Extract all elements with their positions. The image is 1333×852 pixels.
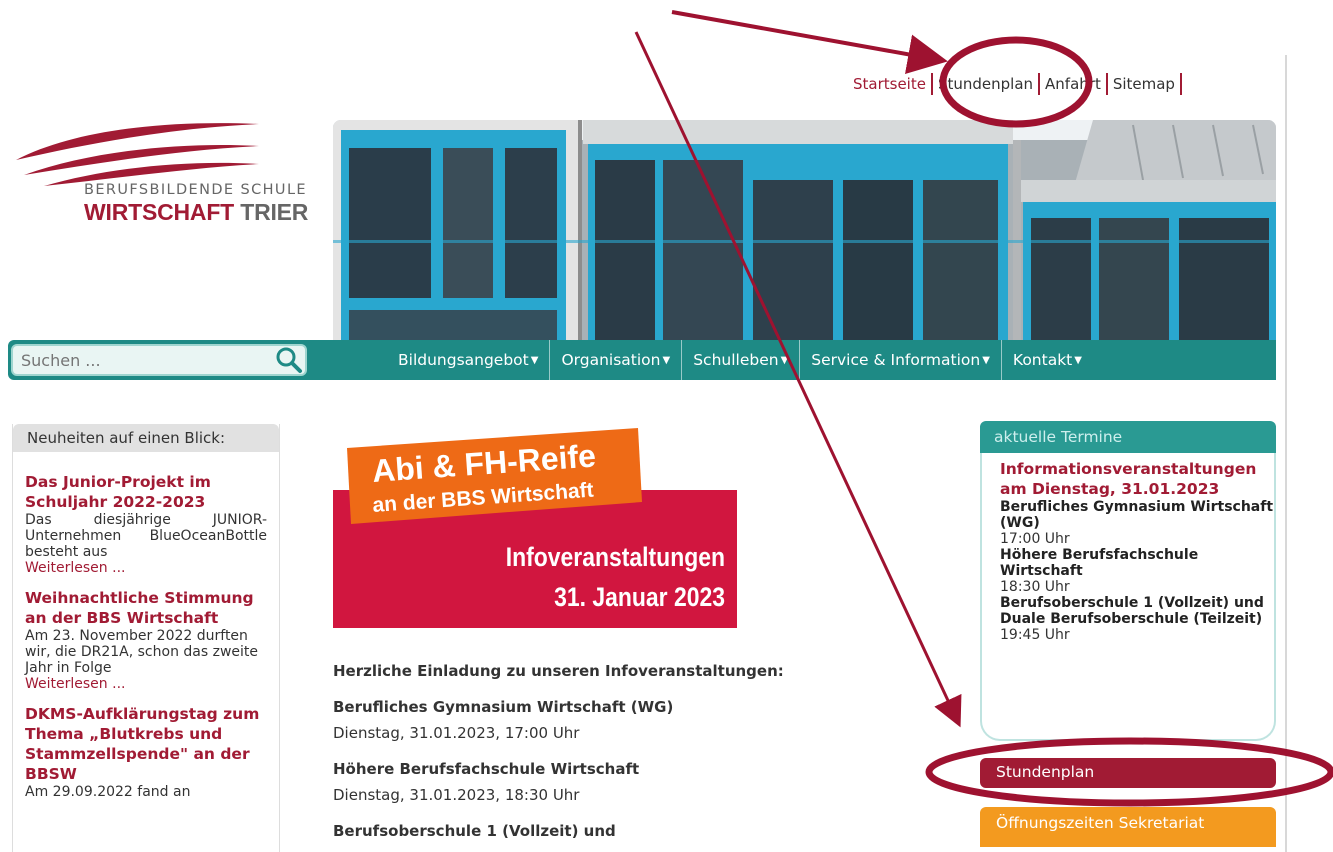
news-item-text: Das diesjährige JUNIOR-Unternehmen BlueO… xyxy=(25,512,267,560)
promo-line4: 31. Januar 2023 xyxy=(554,582,725,612)
event-title: Höhere Berufsfachschule Wirtschaft xyxy=(333,760,640,778)
menu-label: Schulleben xyxy=(693,351,779,369)
menu-bildungsangebot[interactable]: Bildungsangebot ▼ xyxy=(387,340,551,380)
termine-school: Berufsoberschule 1 (Vollzeit) und Duale … xyxy=(1000,595,1264,627)
promo-line3: Infoveranstaltungen xyxy=(506,542,725,572)
search-icon[interactable] xyxy=(273,345,303,375)
news-item-title[interactable]: Weihnachtliche Stimmung an der BBS Wirts… xyxy=(25,588,267,628)
top-link-startseite[interactable]: Startseite xyxy=(848,73,933,95)
termine-title[interactable]: Informationsveranstaltungen am Dienstag,… xyxy=(1000,459,1274,499)
top-links: Startseite Stundenplan Anfahrt Sitemap xyxy=(848,72,1182,96)
event-title: Berufliches Gymnasium Wirtschaft (WG) xyxy=(333,698,674,716)
news-item: Das Junior-Projekt im Schuljahr 2022-202… xyxy=(13,472,279,576)
logo-line2: WIRTSCHAFT TRIER xyxy=(84,199,308,226)
event-date: Dienstag, 31.01.2023, 17:00 Uhr xyxy=(333,724,580,742)
news-item-text: Am 23. November 2022 durften wir, die DR… xyxy=(25,628,259,676)
logo-swoosh-icon xyxy=(16,123,259,186)
top-link-sitemap[interactable]: Sitemap xyxy=(1108,73,1182,95)
logo-wirtschaft: WIRTSCHAFT xyxy=(84,199,235,225)
menu-label: Service & Information xyxy=(811,351,981,369)
menu-service-information[interactable]: Service & Information ▼ xyxy=(800,340,1002,380)
termine-heading: aktuelle Termine xyxy=(980,421,1276,453)
termine-time: 19:45 Uhr xyxy=(1000,627,1070,643)
news-item: DKMS-Aufklärungstag zum Thema „Blutkrebs… xyxy=(13,704,279,800)
read-more-link[interactable]: Weiterlesen ... xyxy=(25,560,267,576)
main-nav: Bildungsangebot▼ Organisation▼ Schullebe… xyxy=(8,340,1276,380)
menu-organisation[interactable]: Organisation ▼ xyxy=(550,340,683,380)
news-heading: Neuheiten auf einen Blick: xyxy=(13,424,279,452)
menu-label: Bildungsangebot xyxy=(398,351,529,369)
center-content: Herzliche Einladung zu unseren Infoveran… xyxy=(333,660,893,842)
menu-kontakt[interactable]: Kontakt ▼ xyxy=(1002,340,1093,380)
logo-line1: BERUFSBILDENDE SCHULE xyxy=(84,182,307,198)
termine-body: Informationsveranstaltungen am Dienstag,… xyxy=(980,453,1276,741)
menu-label: Kontakt xyxy=(1012,351,1073,369)
intro-text: Herzliche Einladung zu unseren Infoveran… xyxy=(333,662,784,680)
termine-time: 17:00 Uhr xyxy=(1000,531,1070,547)
news-item: Weihnachtliche Stimmung an der BBS Wirts… xyxy=(13,588,279,692)
news-item-text: Am 29.09.2022 fand an xyxy=(25,784,191,800)
event-title: Berufsoberschule 1 (Vollzeit) und xyxy=(333,822,616,840)
caret-down-icon: ▼ xyxy=(530,354,539,366)
oeffnungszeiten-button[interactable]: Öffnungszeiten Sekretariat xyxy=(980,807,1276,847)
news-sidebar: Neuheiten auf einen Blick: Das Junior-Pr… xyxy=(12,424,280,852)
termine-time: 18:30 Uhr xyxy=(1000,579,1070,595)
caret-down-icon: ▼ xyxy=(780,354,789,366)
read-more-link[interactable]: Weiterlesen ... xyxy=(25,676,267,692)
top-link-anfahrt[interactable]: Anfahrt xyxy=(1040,73,1108,95)
search-input[interactable] xyxy=(11,344,307,376)
caret-down-icon: ▼ xyxy=(662,354,671,366)
menu-bar: Bildungsangebot ▼ Organisation ▼ Schullebe… xyxy=(387,340,1093,380)
termine-box: aktuelle Termine Informationsveranstaltu… xyxy=(980,421,1276,741)
news-item-title[interactable]: DKMS-Aufklärungstag zum Thema „Blutkrebs… xyxy=(25,704,267,784)
termine-school: Berufliches Gymnasium Wirtschaft (WG) xyxy=(1000,499,1274,531)
caret-down-icon: ▼ xyxy=(1074,354,1082,366)
event-date: Dienstag, 31.01.2023, 18:30 Uhr xyxy=(333,786,580,804)
page-border xyxy=(1285,55,1287,852)
menu-label: Organisation xyxy=(561,351,661,369)
news-item-title[interactable]: Das Junior-Projekt im Schuljahr 2022-202… xyxy=(25,472,267,512)
stundenplan-button[interactable]: Stundenplan xyxy=(980,758,1276,788)
caret-down-icon: ▼ xyxy=(982,354,990,366)
menu-schulleben[interactable]: Schulleben ▼ xyxy=(682,340,801,380)
header-banner-image xyxy=(333,120,1276,342)
school-logo[interactable]: BERUFSBILDENDE SCHULE WIRTSCHAFT TRIER xyxy=(14,120,314,240)
promo-banner[interactable]: Abi & FH-Reife an der BBS Wirtschaft Inf… xyxy=(333,426,738,630)
top-link-stundenplan[interactable]: Stundenplan xyxy=(933,73,1041,95)
logo-trier: TRIER xyxy=(234,199,309,225)
arrow-to-top-stundenplan xyxy=(671,10,948,75)
termine-school: Höhere Berufsfachschule Wirtschaft xyxy=(1000,547,1199,579)
